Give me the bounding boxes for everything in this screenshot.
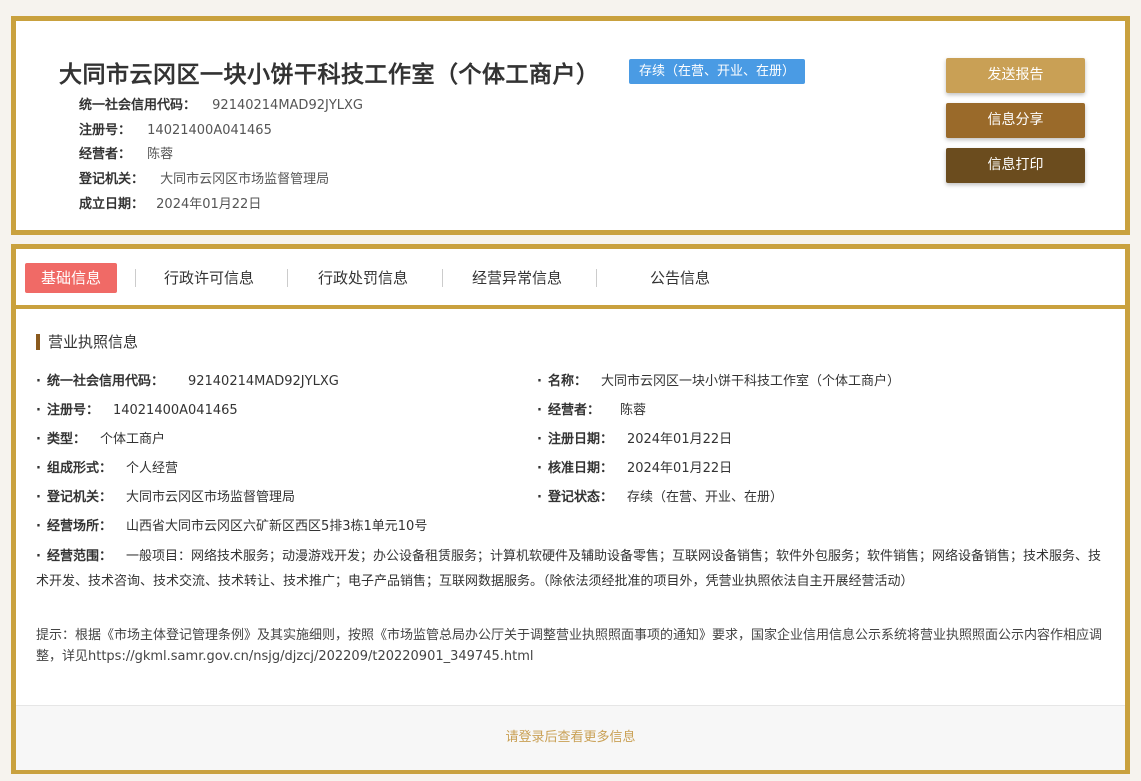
field-business-scope: 经营范围：一般项目：网络技术服务；动漫游戏开发；办公设备租赁服务；计算机软硬件及… (36, 544, 1106, 594)
summary-label: 成立日期： (79, 197, 145, 212)
field-label: 注册日期： (537, 432, 613, 447)
field-label: 经营场所： (36, 519, 112, 534)
field-label: 组成形式： (36, 461, 112, 476)
field-label: 核准日期： (537, 461, 613, 476)
tab-basic-info[interactable]: 基础信息 (25, 263, 118, 293)
field-label: 登记状态： (537, 490, 613, 505)
field-label: 名称： (537, 374, 587, 389)
summary-label: 经营者： (79, 147, 132, 162)
field-authority: 登记机关： 大同市云冈区市场监督管理局 (36, 489, 295, 507)
field-value: 个人经营 (125, 461, 178, 476)
field-name: 名称： 大同市云冈区一块小饼干科技工作室（个体工商户） (537, 373, 900, 391)
field-reg-status: 登记状态： 存续（在营、开业、在册） (537, 489, 783, 507)
summary-operator: 经营者： 陈蓉 (79, 143, 173, 162)
notice-text: 提示：根据《市场主体登记管理条例》及其实施细则，按照《市场监管总局办公厅关于调整… (36, 628, 1103, 664)
field-value: 大同市云冈区市场监督管理局 (125, 490, 295, 505)
tab-admin-license[interactable]: 行政许可信息 (164, 263, 254, 293)
print-info-button[interactable]: 信息打印 (946, 148, 1085, 183)
field-reg-no: 注册号： 14021400A041465 (36, 402, 238, 420)
field-label: 统一社会信用代码： (36, 374, 164, 389)
details-card: 基础信息 行政许可信息 行政处罚信息 经营异常信息 公告信息 营业执照信息 统一… (11, 244, 1130, 774)
field-type: 类型： 个体工商户 (36, 431, 165, 449)
summary-reg-no: 注册号： 14021400A041465 (79, 119, 272, 138)
tab-bar: 基础信息 行政许可信息 行政处罚信息 经营异常信息 公告信息 (16, 249, 1125, 309)
field-value: 陈蓉 (619, 403, 646, 418)
status-badge: 存续（在营、开业、在册） (629, 59, 806, 84)
field-value: 大同市云冈区一块小饼干科技工作室（个体工商户） (600, 374, 900, 389)
field-reg-date: 注册日期： 2024年01月22日 (537, 431, 732, 449)
tab-divider (596, 269, 597, 287)
summary-value: 大同市云冈区市场监督管理局 (160, 172, 330, 187)
field-approve-date: 核准日期： 2024年01月22日 (537, 460, 732, 478)
field-value: 14021400A041465 (112, 403, 238, 418)
field-operator: 经营者： 陈蓉 (537, 402, 646, 420)
login-prompt[interactable]: 请登录后查看更多信息 (16, 705, 1125, 770)
summary-founded: 成立日期： 2024年01月22日 (79, 193, 261, 212)
summary-value: 14021400A041465 (147, 123, 272, 138)
company-header-card: 大同市云冈区一块小饼干科技工作室（个体工商户） 存续（在营、开业、在册） 统一社… (11, 16, 1130, 235)
tab-announcements[interactable]: 公告信息 (650, 263, 710, 293)
company-name: 大同市云冈区一块小饼干科技工作室（个体工商户） (59, 62, 600, 88)
field-label: 注册号： (36, 403, 99, 418)
summary-label: 注册号： (79, 123, 132, 138)
field-address: 经营场所： 山西省大同市云冈区六矿新区西区5排3栋1单元10号 (36, 518, 427, 536)
summary-label: 登记机关： (79, 172, 145, 187)
share-info-button[interactable]: 信息分享 (946, 103, 1085, 138)
tab-divider (442, 269, 443, 287)
summary-value: 2024年01月22日 (156, 197, 262, 212)
field-value: 存续（在营、开业、在册） (626, 490, 783, 505)
send-report-button[interactable]: 发送报告 (946, 58, 1085, 93)
field-value: 一般项目：网络技术服务；动漫游戏开发；办公设备租赁服务；计算机软硬件及辅助设备零… (36, 549, 1101, 589)
field-credit-code: 统一社会信用代码： 92140214MAD92JYLXG (36, 373, 339, 391)
section-title: 营业执照信息 (36, 334, 138, 350)
summary-value: 陈蓉 (147, 147, 174, 162)
field-label: 经营范围： (36, 549, 112, 564)
field-value: 2024年01月22日 (626, 461, 733, 476)
field-label: 类型： (36, 432, 86, 447)
field-value: 92140214MAD92JYLXG (187, 374, 339, 389)
summary-credit-code: 统一社会信用代码： 92140214MAD92JYLXG (79, 94, 363, 113)
summary-label: 统一社会信用代码： (79, 98, 197, 113)
field-label: 登记机关： (36, 490, 112, 505)
field-form: 组成形式： 个人经营 (36, 460, 178, 478)
field-value: 2024年01月22日 (626, 432, 733, 447)
field-value: 山西省大同市云冈区六矿新区西区5排3栋1单元10号 (125, 519, 428, 534)
tab-divider (287, 269, 288, 287)
tab-divider (135, 269, 136, 287)
field-value: 个体工商户 (99, 432, 165, 447)
field-label: 经营者： (537, 403, 600, 418)
tab-abnormal-operation[interactable]: 经营异常信息 (472, 263, 562, 293)
summary-value: 92140214MAD92JYLXG (212, 98, 363, 113)
summary-authority: 登记机关： 大同市云冈区市场监督管理局 (79, 168, 329, 187)
tab-admin-penalty[interactable]: 行政处罚信息 (318, 263, 408, 293)
